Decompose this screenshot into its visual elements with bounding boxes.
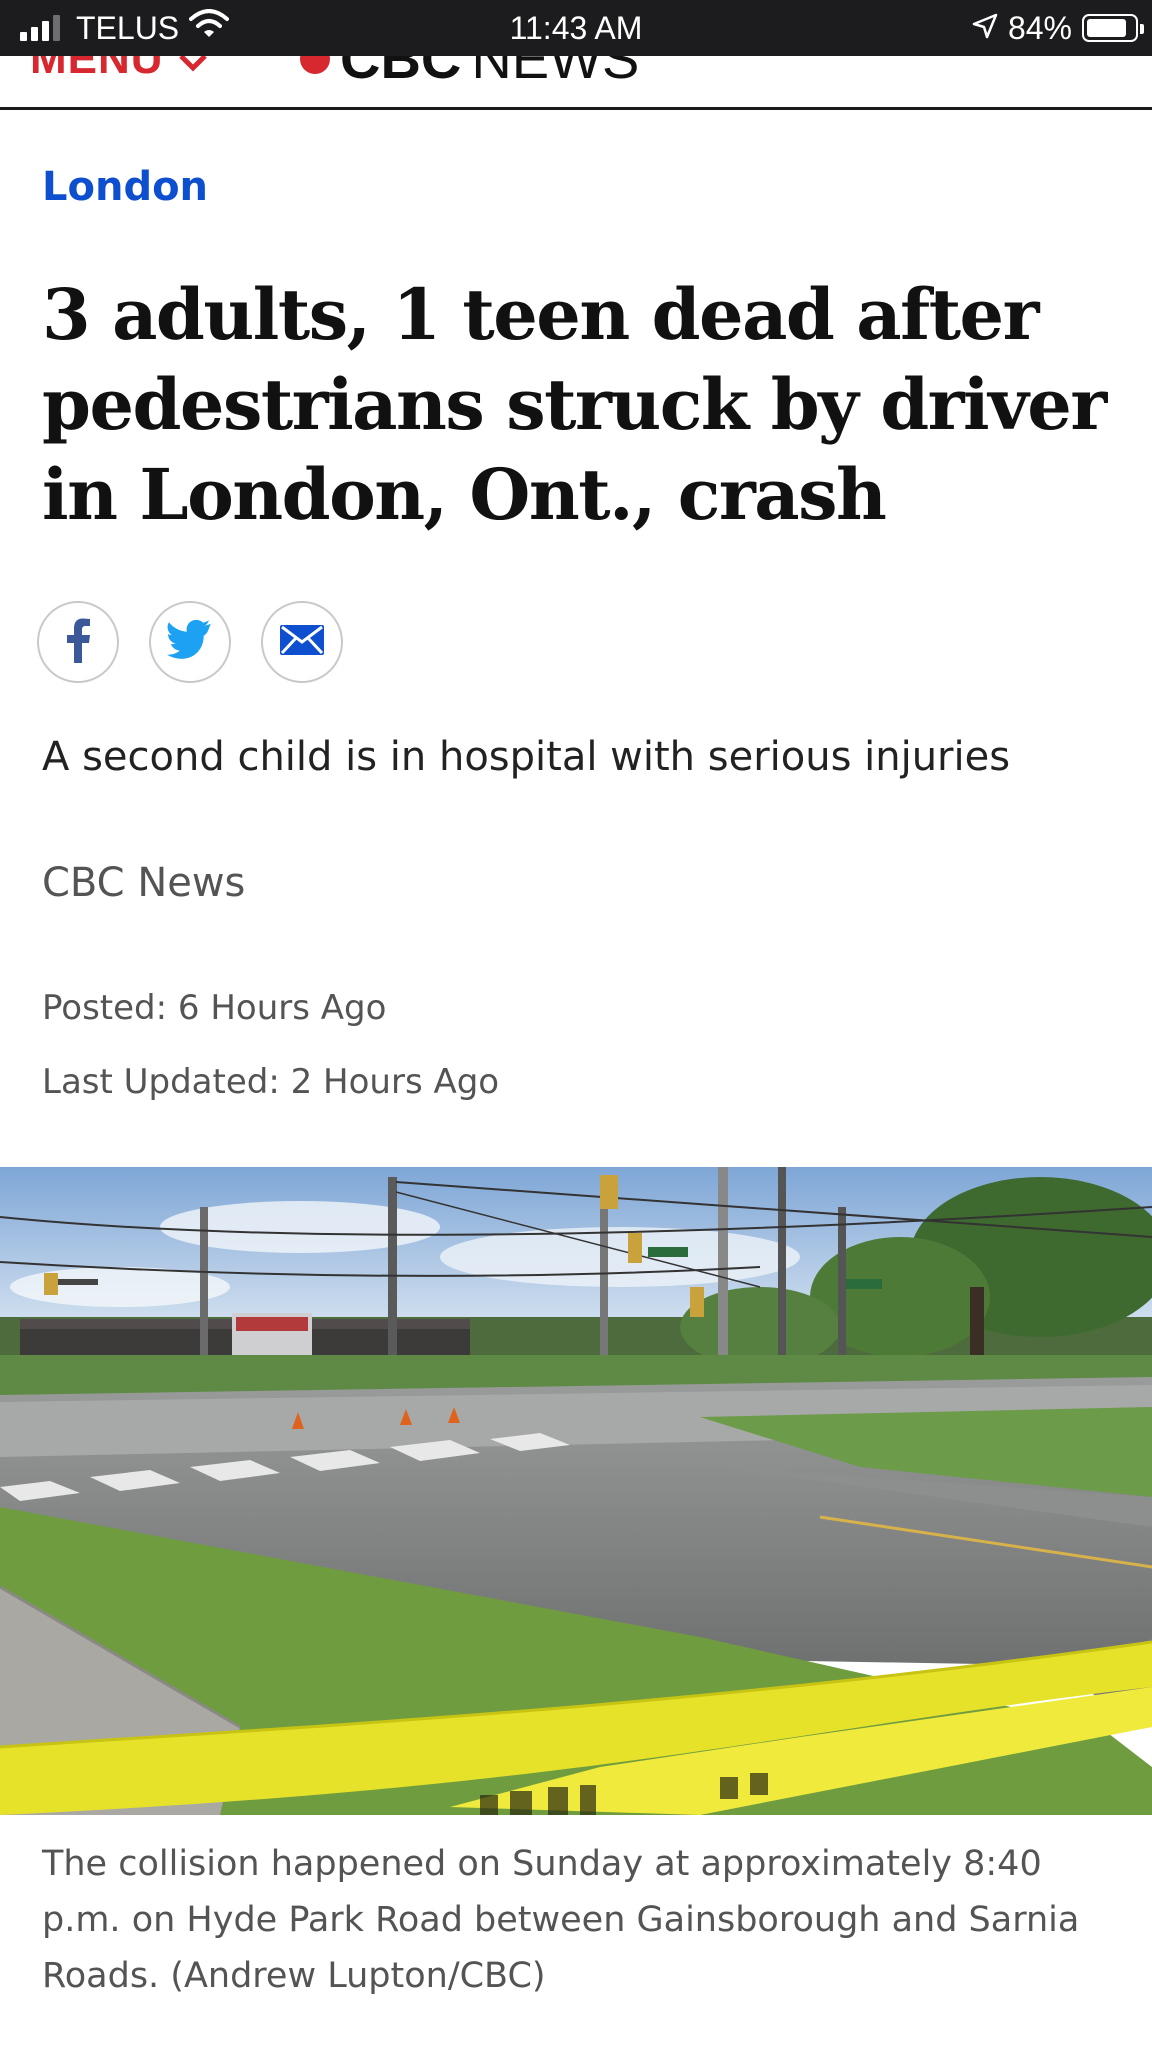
battery-icon [1082, 14, 1144, 42]
logo-cbc-text: CBC [340, 56, 462, 90]
chevron-down-icon [178, 56, 208, 84]
cbc-news-logo[interactable]: CBC NEWS [300, 56, 639, 91]
article-photo[interactable] [0, 1167, 1152, 1815]
section-link-london[interactable]: London [42, 164, 208, 210]
share-buttons [37, 601, 343, 683]
location-arrow-icon [972, 10, 998, 47]
twitter-icon [167, 619, 213, 665]
photo-caption: The collision happened on Sunday at appr… [42, 1844, 1080, 1996]
menu-label: MENU [30, 56, 164, 83]
cbc-gem-icon [300, 56, 330, 74]
site-header: MENU CBC NEWS [0, 56, 1152, 110]
battery-percent: 84% [1007, 9, 1072, 46]
status-right: 84% [972, 8, 1144, 48]
facebook-icon [58, 615, 98, 670]
twitter-share-button[interactable] [149, 601, 231, 683]
battery-nub [1140, 24, 1144, 34]
article-headline: 3 adults, 1 teen dead after pedestrians … [42, 273, 1107, 536]
status-bar: TELUS 11:43 AM 84% [0, 0, 1152, 56]
updated-timestamp: Last Updated: 2 Hours Ago [42, 1062, 500, 1102]
byline: CBC News [42, 860, 246, 906]
posted-timestamp: Posted: 6 Hours Ago [42, 988, 387, 1028]
email-share-button[interactable] [261, 601, 343, 683]
logo-news-text: NEWS [471, 56, 640, 90]
menu-button[interactable]: MENU [30, 56, 208, 84]
email-icon [278, 623, 326, 662]
article-deck: A second child is in hospital with serio… [42, 734, 1011, 780]
battery-fill [1087, 19, 1126, 37]
facebook-share-button[interactable] [37, 601, 119, 683]
